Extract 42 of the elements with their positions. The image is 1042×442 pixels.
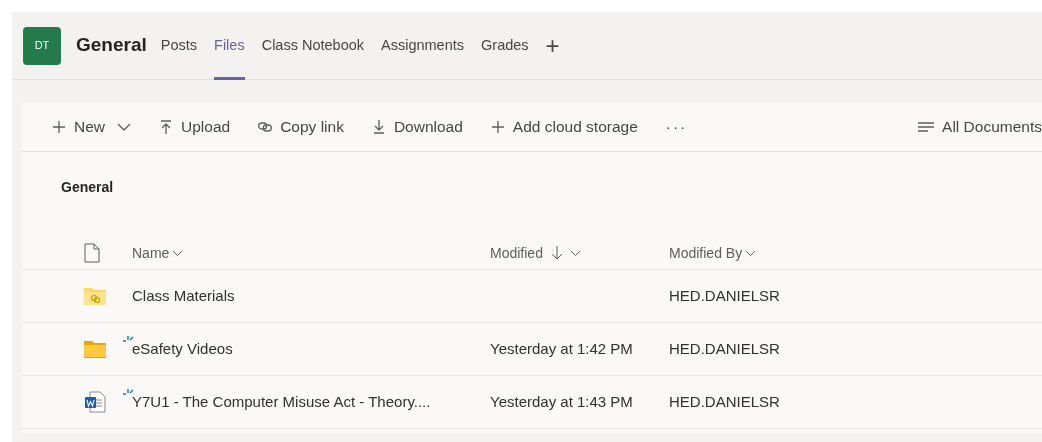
tab[interactable]: Posts <box>160 11 198 80</box>
tab[interactable]: Files <box>214 11 245 80</box>
add-cloud-storage-button[interactable]: Add cloud storage <box>490 115 638 139</box>
modified-by: HED.DANIELSR <box>669 285 780 306</box>
modified-date: Yesterday at 1:42 PM <box>490 338 633 359</box>
folder-icon <box>84 340 106 358</box>
chevron-down-icon <box>117 123 131 131</box>
download-button[interactable]: Download <box>371 115 463 139</box>
column-header[interactable]: Modified By <box>669 242 757 264</box>
view-selector[interactable]: All Documents <box>918 115 1042 139</box>
upload-button[interactable]: Upload <box>159 115 231 139</box>
plus-icon <box>52 120 66 134</box>
add-tab-button[interactable]: + <box>545 33 560 58</box>
team-avatar: DT <box>23 26 61 65</box>
column-header[interactable]: Modified <box>490 242 581 264</box>
chevron-down-icon <box>569 249 581 257</box>
tab[interactable]: Class Notebook <box>261 11 364 80</box>
list-icon <box>918 121 935 133</box>
file-name-link[interactable]: Y7U1 - The Computer Misuse Act - Theory.... <box>132 390 431 414</box>
chevron-down-icon <box>745 249 757 257</box>
word-document-icon <box>84 391 106 413</box>
plus-icon <box>490 120 505 134</box>
modified-date: Yesterday at 1:43 PM <box>490 391 633 412</box>
file-type-icon <box>84 243 100 263</box>
tab[interactable]: Grades <box>481 11 529 80</box>
column-header[interactable]: Name <box>132 242 184 264</box>
copy-link-button[interactable]: Copy link <box>258 115 344 139</box>
sort-arrow-icon <box>550 245 563 261</box>
modified-by: HED.DANIELSR <box>669 391 780 412</box>
chevron-down-icon <box>172 249 184 257</box>
modified-by: HED.DANIELSR <box>669 338 780 359</box>
download-icon <box>371 120 386 134</box>
more-button[interactable]: ··· <box>665 115 688 139</box>
folder-title: General <box>60 178 115 197</box>
channel-name: General <box>76 33 147 58</box>
shared-folder-icon <box>84 287 106 305</box>
file-name-link[interactable]: eSafety Videos <box>132 337 233 361</box>
file-name-link[interactable]: Class Materials <box>132 284 235 308</box>
link-icon <box>258 120 273 134</box>
tab[interactable]: Assignments <box>381 11 465 80</box>
new-button[interactable]: New <box>52 115 131 139</box>
upload-icon <box>159 120 173 134</box>
